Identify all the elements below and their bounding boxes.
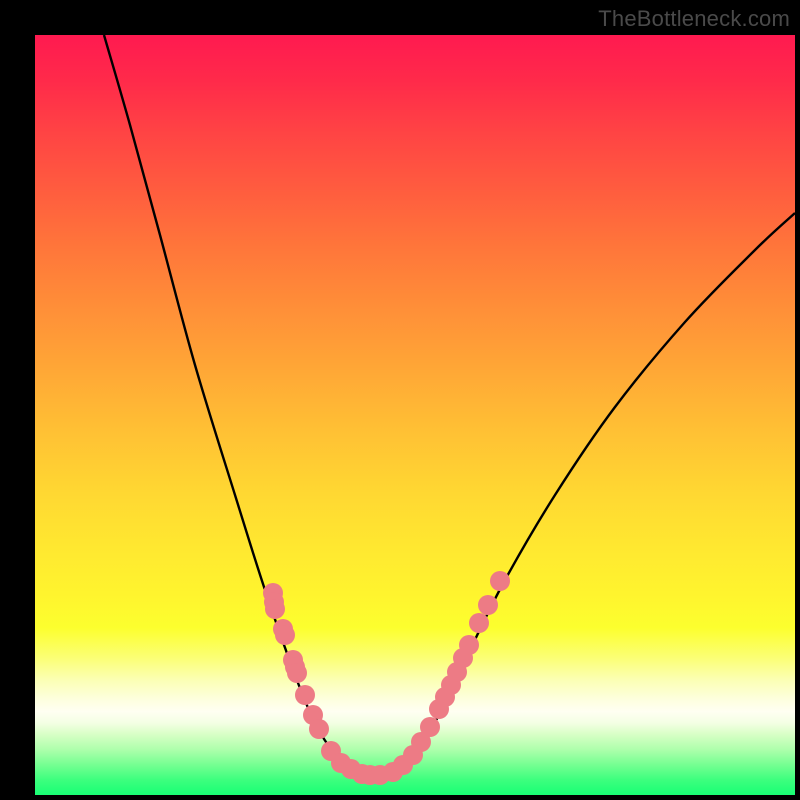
- data-marker: [309, 719, 329, 739]
- plot-area: [35, 35, 795, 795]
- data-marker: [275, 625, 295, 645]
- data-marker: [478, 595, 498, 615]
- data-marker: [265, 599, 285, 619]
- marker-group: [263, 571, 510, 785]
- data-marker: [490, 571, 510, 591]
- data-marker: [420, 717, 440, 737]
- data-marker: [459, 635, 479, 655]
- data-marker: [469, 613, 489, 633]
- data-marker: [295, 685, 315, 705]
- watermark-text: TheBottleneck.com: [598, 6, 790, 32]
- chart-svg: [35, 35, 795, 795]
- outer-frame: TheBottleneck.com: [0, 0, 800, 800]
- data-marker: [287, 663, 307, 683]
